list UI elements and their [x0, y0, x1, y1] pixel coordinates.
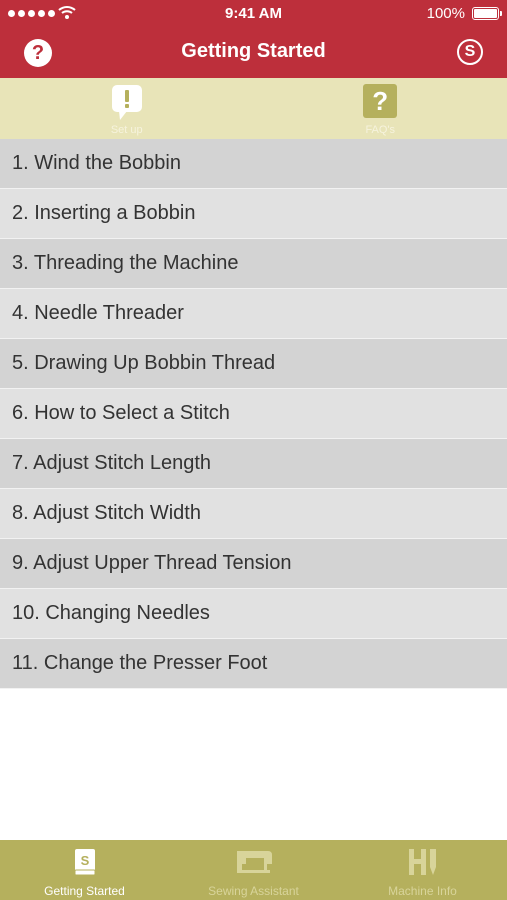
- list-item[interactable]: 9. Adjust Upper Thread Tension: [0, 539, 507, 589]
- list-item[interactable]: 7. Adjust Stitch Length: [0, 439, 507, 489]
- book-icon: S: [74, 848, 96, 881]
- question-mark-icon: ?: [363, 84, 398, 118]
- list-item[interactable]: 2. Inserting a Bobbin: [0, 189, 507, 239]
- status-bar: 9:41 AM 100%: [0, 0, 507, 28]
- list-item[interactable]: 4. Needle Threader: [0, 289, 507, 339]
- tab-getting-started[interactable]: S Getting Started: [0, 840, 169, 900]
- list-item[interactable]: 6. How to Select a Stitch: [0, 389, 507, 439]
- tab-sewing-assistant[interactable]: Sewing Assistant: [169, 840, 338, 900]
- singer-logo-button[interactable]: S: [457, 39, 483, 65]
- sewing-machine-icon: [234, 848, 274, 879]
- page-title: Getting Started: [181, 40, 326, 62]
- list-item[interactable]: 1. Wind the Bobbin: [0, 139, 507, 189]
- header: 9:41 AM 100% ? Getting Started S: [0, 0, 507, 78]
- segment-setup-label: Set up: [110, 124, 143, 136]
- nav-bar: ? Getting Started S: [0, 28, 507, 78]
- segment-control: Set up ? FAQ's: [0, 78, 507, 139]
- machine-info-icon: [408, 848, 438, 881]
- tab-machine-info[interactable]: Machine Info: [338, 840, 507, 900]
- getting-started-list: 1. Wind the Bobbin 2. Inserting a Bobbin…: [0, 139, 507, 689]
- segment-setup[interactable]: Set up: [0, 78, 254, 139]
- list-item[interactable]: 8. Adjust Stitch Width: [0, 489, 507, 539]
- list-item[interactable]: 3. Threading the Machine: [0, 239, 507, 289]
- list-item[interactable]: 10. Changing Needles: [0, 589, 507, 639]
- segment-faqs-label: FAQ's: [365, 124, 396, 136]
- speech-bubble-exclamation-icon: [111, 85, 142, 120]
- tab-sewing-assistant-label: Sewing Assistant: [208, 884, 299, 898]
- battery-icon: [472, 7, 502, 20]
- tab-machine-info-label: Machine Info: [388, 884, 457, 898]
- list-item[interactable]: 5. Drawing Up Bobbin Thread: [0, 339, 507, 389]
- segment-faqs[interactable]: ? FAQ's: [254, 78, 507, 139]
- battery-percentage: 100%: [426, 5, 465, 22]
- list-item[interactable]: 11. Change the Presser Foot: [0, 639, 507, 689]
- tab-bar: S Getting Started Sewing Assistant Machi…: [0, 840, 507, 900]
- tab-getting-started-label: Getting Started: [44, 884, 125, 898]
- book-icon-glyph: S: [80, 853, 89, 868]
